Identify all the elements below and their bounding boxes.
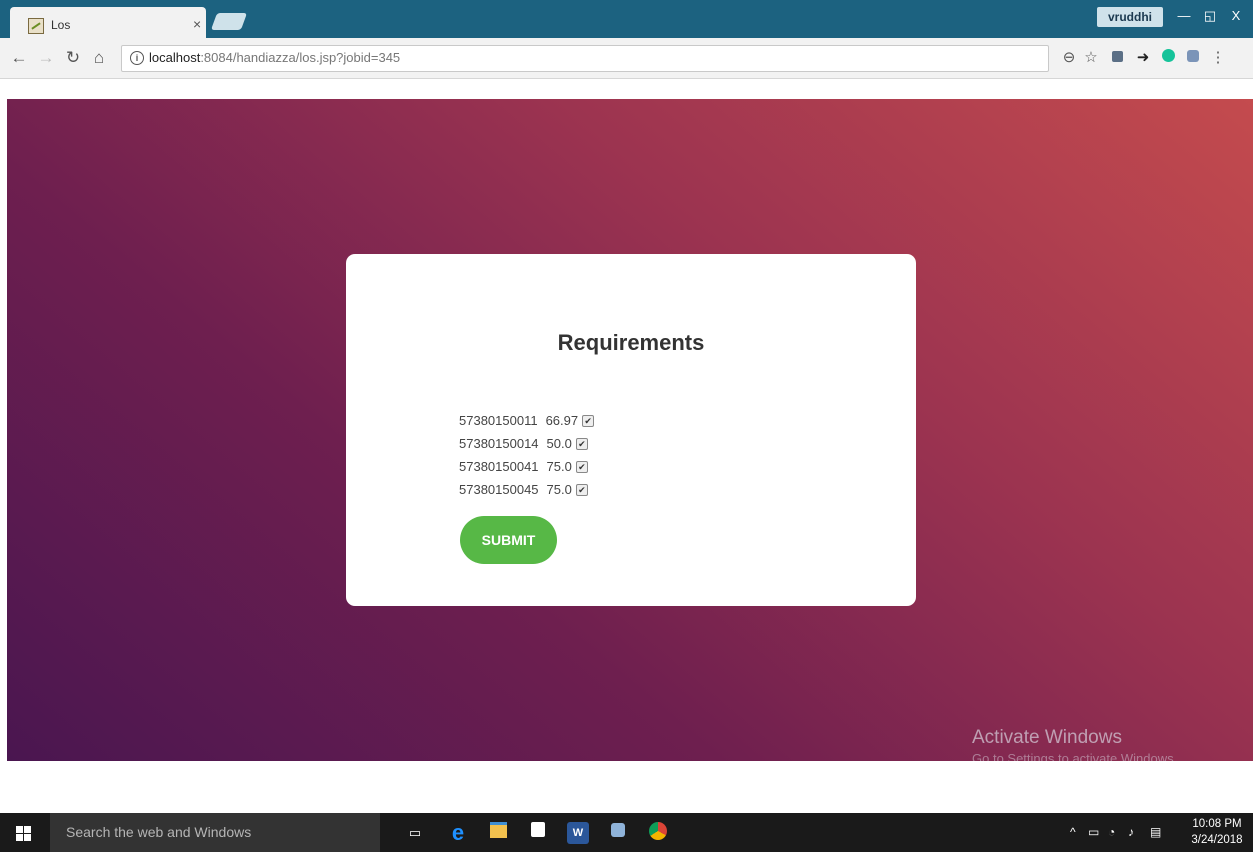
extension-square-icon[interactable] <box>1107 48 1127 68</box>
requirement-value: 75.0 <box>546 482 572 497</box>
requirements-card: Requirements 57380150011 66.97 ✔ 5738015… <box>346 254 916 606</box>
clock-time: 10:08 PM <box>1192 818 1242 830</box>
url-text[interactable]: localhost:8084/handiazza/los.jsp?jobid=3… <box>149 50 400 65</box>
close-window-button[interactable]: X <box>1222 5 1250 27</box>
tray-chevron-icon[interactable]: ^ <box>1070 813 1076 852</box>
requirement-checkbox[interactable]: ✔ <box>575 483 588 496</box>
browser-titlebar: Los × vruddhi — ◱ X <box>0 0 1253 38</box>
clock-date: 3/24/2018 <box>1191 834 1243 846</box>
extension-cube-icon[interactable] <box>1183 48 1203 68</box>
tray-network-icon[interactable]: ▭ <box>1088 813 1099 852</box>
tab-title: Los <box>51 18 71 32</box>
requirement-id: 57380150014 <box>459 436 539 451</box>
back-icon[interactable]: ← <box>8 47 30 69</box>
requirement-id: 57380150011 <box>459 413 538 428</box>
tray-notification-icon[interactable]: ▤ <box>1150 813 1161 852</box>
share-arrow-icon[interactable]: ➜ <box>1133 48 1153 68</box>
submit-button[interactable]: SUBMIT <box>460 516 557 564</box>
profile-button[interactable]: vruddhi <box>1097 7 1163 27</box>
page-favicon-icon <box>28 18 44 34</box>
reload-icon[interactable]: ↻ <box>62 47 84 69</box>
word-icon[interactable]: W <box>567 822 589 844</box>
url-host: localhost <box>149 50 201 65</box>
minimize-button[interactable]: — <box>1170 5 1198 27</box>
list-item: 57380150011 66.97 ✔ <box>459 409 595 432</box>
grammarly-icon[interactable] <box>1158 48 1178 68</box>
list-item: 57380150045 75.0 ✔ <box>459 478 594 501</box>
requirement-value: 50.0 <box>546 436 572 451</box>
virtualbox-cube-icon[interactable] <box>607 822 629 844</box>
menu-kebab-icon[interactable]: ⋮ <box>1208 48 1228 68</box>
watermark-subtitle: Go to Settings to activate Windows. <box>972 751 1178 761</box>
new-tab-button[interactable] <box>210 13 248 30</box>
browser-tab[interactable]: Los × <box>10 7 206 38</box>
forward-icon[interactable]: → <box>35 47 57 69</box>
tab-close-icon[interactable]: × <box>193 16 201 32</box>
watermark-title: Activate Windows <box>972 727 1122 748</box>
task-view-icon[interactable]: ▭ <box>404 822 426 844</box>
windows-start-icon[interactable] <box>0 813 50 852</box>
requirement-id: 57380150045 <box>459 482 539 497</box>
site-info-icon[interactable]: i <box>130 51 144 65</box>
edge-browser-icon[interactable]: e <box>447 822 469 844</box>
requirement-value: 66.97 <box>545 413 579 428</box>
bookmark-star-icon[interactable]: ☆ <box>1081 48 1101 68</box>
requirement-checkbox[interactable]: ✔ <box>575 437 588 450</box>
chrome-icon[interactable] <box>647 822 669 844</box>
requirement-checkbox[interactable]: ✔ <box>582 414 595 427</box>
url-path: :8084/handiazza/los.jsp?jobid=345 <box>200 50 401 65</box>
requirement-checkbox[interactable]: ✔ <box>575 460 588 473</box>
home-icon[interactable]: ⌂ <box>88 47 110 69</box>
tray-wifi-icon[interactable]: ◔ <box>1108 813 1115 852</box>
windows-taskbar: Search the web and Windows ▭ e W ^ ▭ ◔ ♪… <box>0 813 1253 852</box>
tray-volume-icon[interactable]: ♪ <box>1128 813 1134 852</box>
activate-windows-watermark: Activate Windows Go to Settings to activ… <box>972 727 1177 761</box>
address-bar[interactable]: i localhost:8084/handiazza/los.jsp?jobid… <box>121 45 1049 72</box>
page-background: Requirements 57380150011 66.97 ✔ 5738015… <box>7 99 1253 761</box>
list-item: 57380150041 75.0 ✔ <box>459 455 594 478</box>
file-explorer-icon[interactable] <box>487 822 509 844</box>
browser-toolbar: ← → ↻ ⌂ i localhost:8084/handiazza/los.j… <box>0 38 1253 79</box>
requirement-id: 57380150041 <box>459 459 539 474</box>
store-bag-icon[interactable] <box>527 822 549 844</box>
taskbar-search-input[interactable]: Search the web and Windows <box>50 813 380 852</box>
requirements-list: 57380150011 66.97 ✔ 57380150014 50.0 ✔ 5… <box>459 409 595 501</box>
list-item: 57380150014 50.0 ✔ <box>459 432 594 455</box>
system-clock[interactable]: 10:08 PM 3/24/2018 <box>1188 816 1246 848</box>
restore-button[interactable]: ◱ <box>1196 5 1224 27</box>
zoom-icon[interactable]: ⊖ <box>1059 48 1079 68</box>
requirement-value: 75.0 <box>546 459 572 474</box>
page-title: Requirements <box>557 330 705 355</box>
